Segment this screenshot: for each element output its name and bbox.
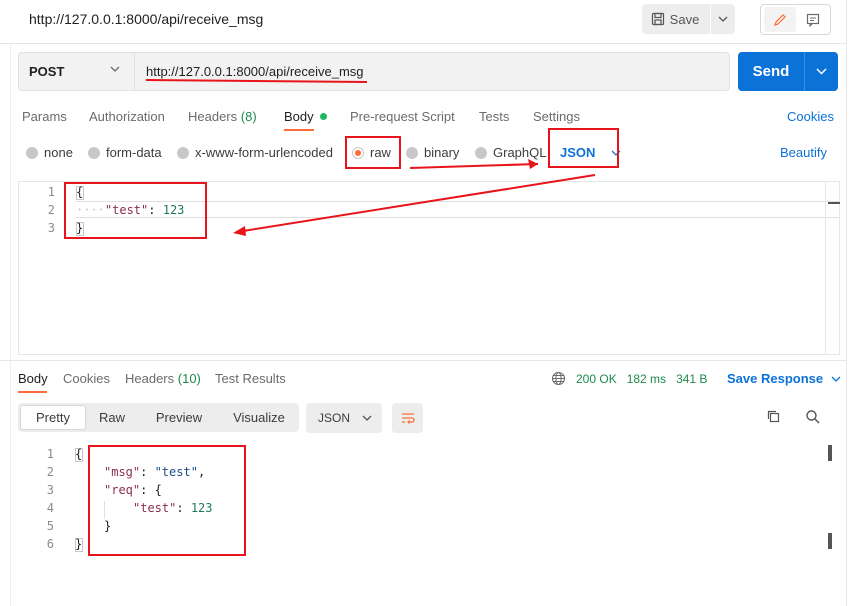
response-body-highlight-annotation [88,445,246,556]
arrow-annotation [409,163,539,169]
request-body-highlight-annotation [64,182,207,239]
arrowhead-annotation [233,226,246,236]
arrow-annotation [242,174,596,232]
url-underline-annotation [145,79,368,83]
json-highlight-annotation [548,128,619,168]
raw-highlight-annotation [345,136,401,169]
arrowhead-annotation [528,159,538,169]
